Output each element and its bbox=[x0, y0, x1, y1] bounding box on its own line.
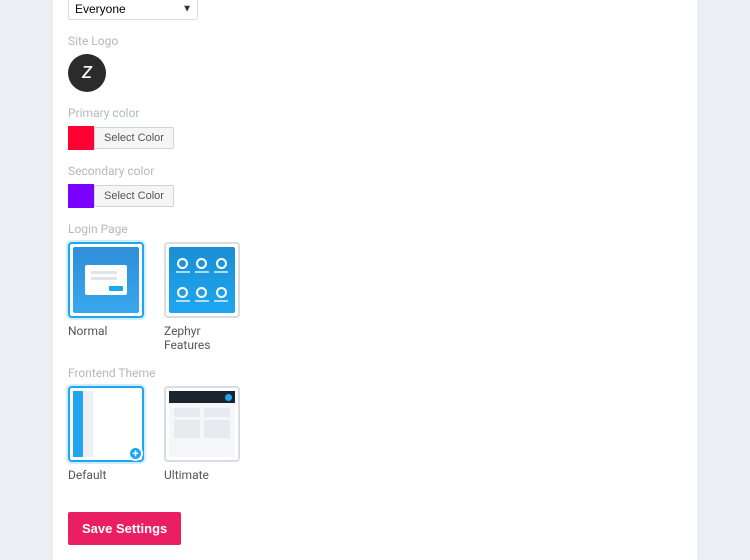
preview-login-box bbox=[85, 265, 127, 295]
login-option-normal[interactable] bbox=[68, 242, 144, 318]
login-page-label: Login Page bbox=[68, 222, 682, 236]
login-option-zephyr[interactable] bbox=[164, 242, 240, 318]
primary-color-label: Primary color bbox=[68, 106, 682, 120]
login-option-normal-label: Normal bbox=[68, 324, 107, 338]
theme-default-preview bbox=[73, 391, 139, 457]
login-zephyr-preview bbox=[169, 247, 235, 313]
primary-color-swatch bbox=[68, 126, 94, 150]
circle-icon bbox=[225, 394, 232, 401]
secondary-color-label: Secondary color bbox=[68, 164, 682, 178]
visibility-select[interactable]: Everyone bbox=[68, 0, 198, 20]
login-page-cards: Normal Zephyr Features bbox=[68, 242, 682, 352]
settings-panel: Everyone ▼ Site Logo Z Primary color Sel… bbox=[53, 0, 697, 560]
login-normal-preview bbox=[73, 247, 139, 313]
select-primary-color-button[interactable]: Select Color bbox=[94, 127, 174, 149]
site-logo[interactable]: Z bbox=[68, 54, 106, 92]
theme-option-default[interactable]: + bbox=[68, 386, 144, 462]
logo-text: Z bbox=[82, 63, 92, 83]
frontend-theme-cards: + Default Ultimate bbox=[68, 386, 682, 482]
save-settings-button[interactable]: Save Settings bbox=[68, 512, 181, 545]
select-secondary-color-button[interactable]: Select Color bbox=[94, 185, 174, 207]
theme-option-ultimate[interactable] bbox=[164, 386, 240, 462]
primary-color-row: Select Color bbox=[68, 126, 682, 150]
secondary-color-swatch bbox=[68, 184, 94, 208]
theme-option-default-label: Default bbox=[68, 468, 106, 482]
site-logo-label: Site Logo bbox=[68, 34, 682, 48]
frontend-theme-label: Frontend Theme bbox=[68, 366, 682, 380]
visibility-select-wrap: Everyone ▼ bbox=[68, 0, 198, 20]
add-icon: + bbox=[128, 446, 143, 461]
theme-option-ultimate-label: Ultimate bbox=[164, 468, 209, 482]
theme-ultimate-preview bbox=[169, 391, 235, 457]
secondary-color-row: Select Color bbox=[68, 184, 682, 208]
login-option-zephyr-label: Zephyr Features bbox=[164, 324, 244, 352]
